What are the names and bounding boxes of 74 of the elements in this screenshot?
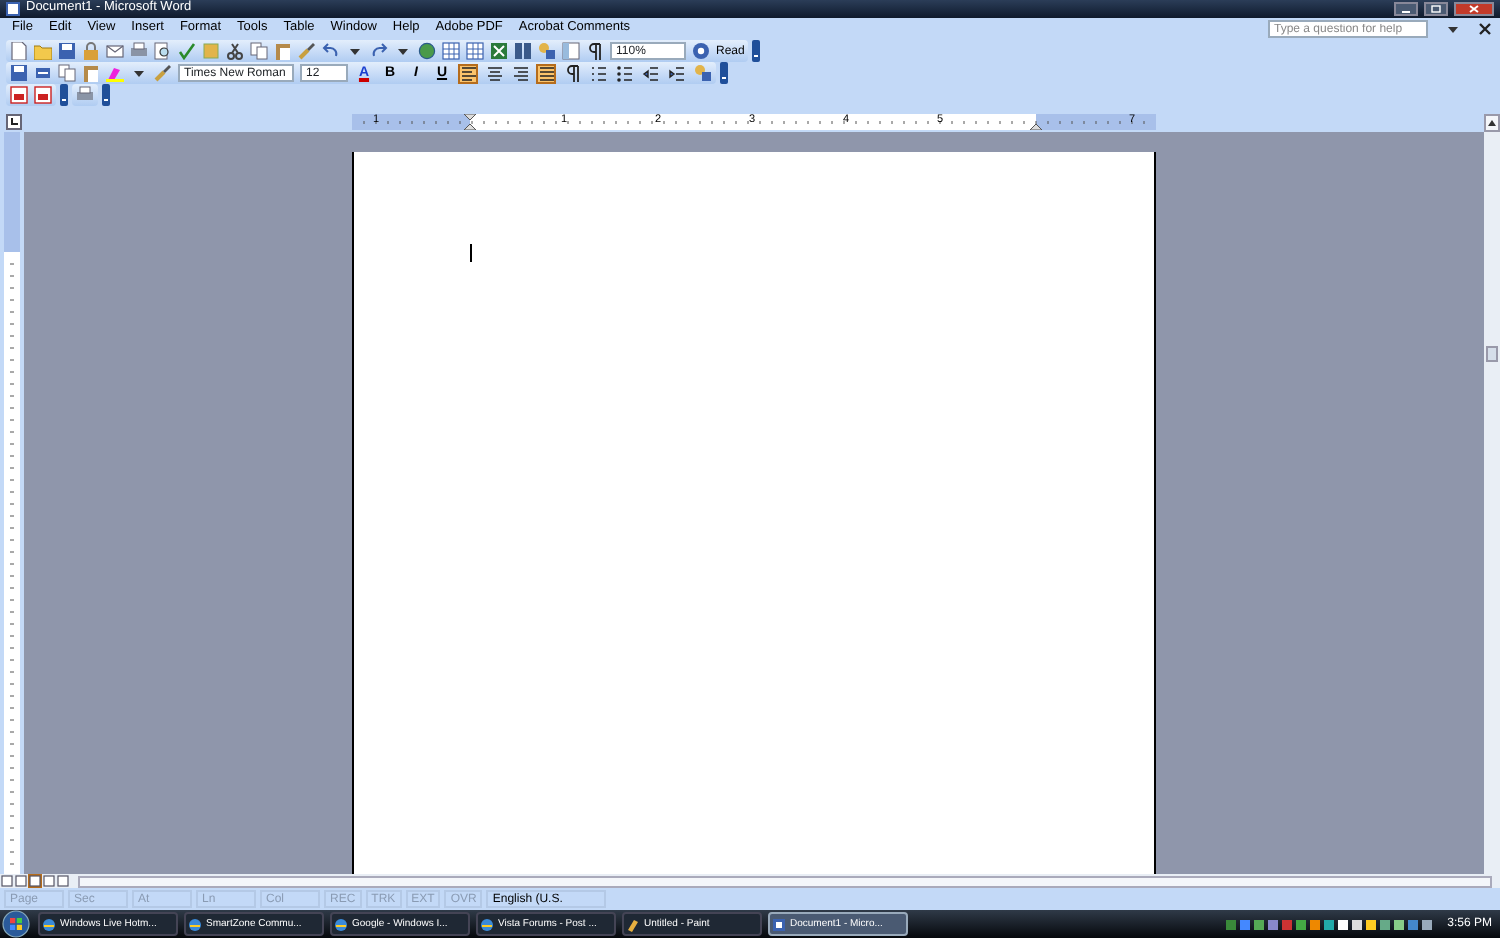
- shapes-icon[interactable]: [538, 42, 556, 60]
- align-center-icon: [485, 64, 503, 82]
- browser-app-icon: [480, 917, 494, 931]
- save-icon[interactable]: [10, 64, 28, 82]
- spreadsheet-icon[interactable]: [490, 42, 508, 60]
- indent-icon: [667, 64, 685, 82]
- tab-selector-icon[interactable]: [6, 114, 22, 130]
- clipboard-icon[interactable]: [274, 42, 292, 60]
- copy-icon[interactable]: [58, 64, 76, 82]
- tag-icon[interactable]: [34, 64, 52, 82]
- justify-icon: [537, 64, 555, 82]
- table-grid-icon[interactable]: [442, 42, 460, 60]
- envelope-icon[interactable]: [106, 42, 124, 60]
- view-button[interactable]: [42, 874, 56, 888]
- toolbar-options-icon[interactable]: [102, 84, 110, 106]
- view-button[interactable]: [28, 874, 42, 888]
- spelling-icon[interactable]: [178, 42, 196, 60]
- table-grid-icon[interactable]: [466, 42, 484, 60]
- pdf-icon[interactable]: [10, 86, 28, 104]
- clipboard-icon[interactable]: [82, 64, 100, 82]
- bullets-button[interactable]: [614, 63, 634, 83]
- vertical-scrollbar[interactable]: [1484, 132, 1500, 874]
- close-icon[interactable]: [1478, 22, 1492, 36]
- copy-icon[interactable]: [250, 42, 268, 60]
- pilcrow-icon[interactable]: [586, 42, 604, 60]
- paint-app-icon: [626, 917, 640, 931]
- pdf-icon[interactable]: [34, 86, 52, 104]
- redo-icon[interactable]: [370, 42, 388, 60]
- columns-icon[interactable]: [514, 42, 532, 60]
- word-app-icon: [772, 917, 786, 931]
- view-button[interactable]: [56, 874, 70, 888]
- padlock-icon[interactable]: [82, 42, 100, 60]
- paragraph-direction-button[interactable]: [562, 63, 582, 83]
- outdent-icon: [641, 64, 659, 82]
- browser-app-icon: [334, 917, 348, 931]
- save-icon[interactable]: [58, 42, 76, 60]
- view-button[interactable]: [0, 874, 14, 888]
- bullets-icon: [615, 64, 633, 82]
- print-preview-icon[interactable]: [154, 42, 172, 60]
- numbering-button[interactable]: [588, 63, 608, 83]
- paintbrush-icon[interactable]: [154, 64, 172, 82]
- align-right-button[interactable]: [510, 63, 530, 83]
- browser-app-icon: [188, 917, 202, 931]
- globe-icon[interactable]: [418, 42, 436, 60]
- numbering-icon: [589, 64, 607, 82]
- start-button[interactable]: [0, 910, 32, 938]
- paintbrush-icon[interactable]: [298, 42, 316, 60]
- maximize-icon[interactable]: [1424, 2, 1448, 16]
- outdent-button[interactable]: [640, 63, 660, 83]
- toolbar-options-icon[interactable]: [752, 40, 761, 62]
- highlighter-icon[interactable]: [106, 64, 124, 82]
- help-icon[interactable]: [692, 42, 710, 60]
- indent-button[interactable]: [666, 63, 686, 83]
- minimize-icon[interactable]: [1394, 2, 1418, 16]
- text-cursor: [470, 244, 472, 262]
- align-center-button[interactable]: [484, 63, 504, 83]
- toolbar-options-icon[interactable]: [60, 84, 68, 106]
- toolbar-options-icon[interactable]: [720, 62, 728, 84]
- system-tray-icons[interactable]: [1225, 915, 1434, 933]
- printer-icon[interactable]: [76, 86, 94, 104]
- view-button[interactable]: [14, 874, 28, 888]
- browser-app-icon: [42, 917, 56, 931]
- paragraph-direction-icon: [563, 64, 581, 82]
- align-left-button[interactable]: [458, 63, 478, 83]
- scissors-icon[interactable]: [226, 42, 244, 60]
- undo-icon[interactable]: [322, 42, 340, 60]
- close-icon[interactable]: [1454, 2, 1494, 16]
- align-right-icon: [511, 64, 529, 82]
- align-left-icon: [459, 64, 477, 82]
- word-app-icon: [6, 2, 20, 16]
- scroll-up-icon[interactable]: [1484, 114, 1500, 132]
- horizontal-scrollbar[interactable]: [78, 875, 1492, 887]
- printer-icon[interactable]: [130, 42, 148, 60]
- justify-button[interactable]: [536, 63, 556, 83]
